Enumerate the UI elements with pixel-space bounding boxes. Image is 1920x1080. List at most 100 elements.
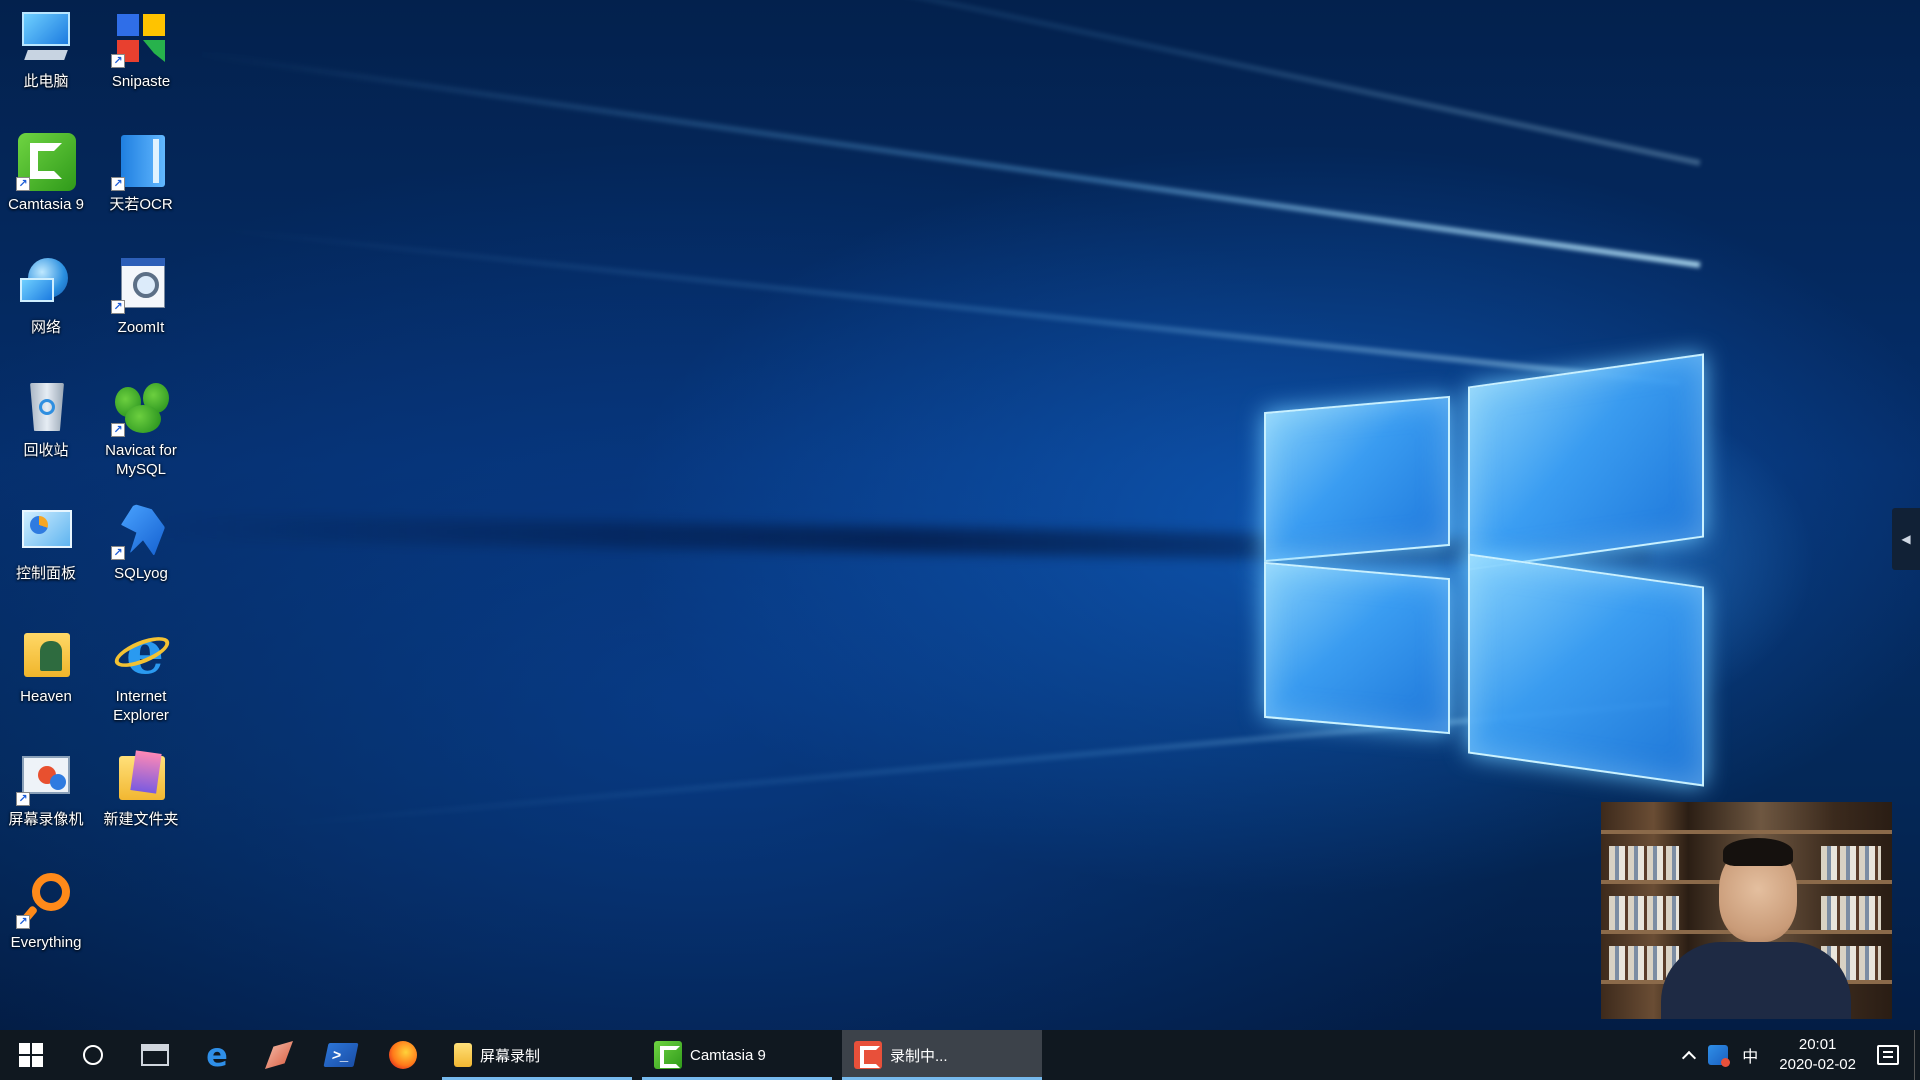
camtasia-icon (654, 1041, 682, 1069)
side-panel-toggle[interactable]: ◀ (1892, 508, 1920, 570)
folder-icon (16, 623, 76, 683)
desktop-icon-label: 此电脑 (23, 73, 69, 90)
drawing-app-icon (265, 1041, 293, 1069)
desktop-icon-zoomit[interactable]: ↗ ZoomIt (96, 248, 186, 358)
desktop-icon-network[interactable]: 网络 (1, 248, 91, 358)
wallpaper-light-beam (329, 0, 1701, 166)
start-button[interactable] (0, 1030, 62, 1080)
cortana-button[interactable] (62, 1030, 124, 1080)
network-icon (16, 254, 76, 314)
desktop-icon-screen-recorder[interactable]: ↗ 屏幕录像机 (1, 740, 91, 850)
navicat-icon: ↗ (111, 377, 171, 437)
taskbar-app-recording[interactable]: 录制中... (842, 1030, 1042, 1080)
clock[interactable]: 20:01 2020-02-02 (1765, 1030, 1870, 1080)
desktop-icon-this-pc[interactable]: 此电脑 (1, 2, 91, 112)
desktop-icon-label: SQLyog (114, 565, 168, 582)
desktop-icon-label: 网络 (30, 319, 61, 336)
desktop-icon-heaven[interactable]: Heaven (1, 617, 91, 727)
desktop-icon-label: Everything (10, 934, 82, 951)
shortcut-arrow-icon: ↗ (111, 546, 125, 560)
desktop-icon-label: 回收站 (23, 442, 69, 459)
folder-icon (111, 746, 171, 806)
clock-time: 20:01 (1798, 1036, 1837, 1053)
taskbar-drawing-app[interactable] (248, 1030, 310, 1080)
chevron-left-icon: ◀ (1901, 532, 1911, 546)
desktop-icon-recycle-bin[interactable]: 回收站 (1, 371, 91, 481)
snipaste-icon: ↗ (111, 8, 171, 68)
desktop-icon-tianruo-ocr[interactable]: ↗ 天若OCR (96, 125, 186, 235)
desktop-icon-label: Snipaste (111, 73, 171, 90)
taskbar: e >_ 屏幕录制 Camtasia 9 录制中... 中 20:01 2020… (0, 1030, 1920, 1080)
taskbar-firefox[interactable] (372, 1030, 434, 1080)
desktop-icon-label: 屏幕录像机 (8, 811, 84, 828)
desktop-icon-label: ZoomIt (117, 319, 165, 336)
show-desktop-button[interactable] (1914, 1030, 1920, 1080)
webcam-overlay (1601, 802, 1892, 1019)
windows-logo-wallpaper (1264, 346, 1704, 787)
control-panel-icon (16, 500, 76, 560)
clock-date: 2020-02-02 (1779, 1056, 1856, 1073)
shortcut-arrow-icon: ↗ (111, 177, 125, 191)
desktop-icon-navicat[interactable]: ↗ Navicat for MySQL (96, 371, 186, 481)
camtasia-icon: ↗ (16, 131, 76, 191)
zoomit-icon: ↗ (111, 254, 171, 314)
task-view-icon (141, 1044, 169, 1066)
task-view-button[interactable] (124, 1030, 186, 1080)
taskbar-app-label: Camtasia 9 (690, 1046, 766, 1064)
taskbar-app-label: 录制中... (890, 1047, 948, 1065)
desktop-icon-sqlyog[interactable]: ↗ SQLyog (96, 494, 186, 604)
folder-icon (454, 1043, 472, 1067)
recorder-icon (854, 1041, 882, 1069)
desktop-icon-label: 控制面板 (15, 565, 76, 582)
taskbar-app-label: 屏幕录制 (480, 1047, 541, 1065)
firefox-icon (389, 1041, 417, 1069)
logo-pane (1468, 353, 1704, 571)
shortcut-arrow-icon: ↗ (16, 915, 30, 929)
desktop-icon-label: 天若OCR (109, 196, 173, 213)
screen-recorder-icon: ↗ (16, 746, 76, 806)
cortana-icon (83, 1045, 103, 1065)
computer-icon (16, 8, 76, 68)
desktop-icon-label: Internet Explorer (113, 688, 169, 724)
edge-icon: e (206, 1036, 228, 1074)
tray-app-icon (1708, 1045, 1731, 1067)
logo-pane (1468, 553, 1704, 787)
shortcut-arrow-icon: ↗ (111, 300, 125, 314)
sqlyog-icon: ↗ (111, 500, 171, 560)
desktop-icon-control-panel[interactable]: 控制面板 (1, 494, 91, 604)
shortcut-arrow-icon: ↗ (16, 792, 30, 806)
taskbar-app-screen-recording-folder[interactable]: 屏幕录制 (442, 1030, 632, 1080)
input-method-indicator[interactable]: 中 (1735, 1030, 1765, 1080)
desktop-icon-new-folder[interactable]: 新建文件夹 (96, 740, 186, 850)
shortcut-arrow-icon: ↗ (111, 54, 125, 68)
taskbar-app-camtasia[interactable]: Camtasia 9 (642, 1030, 832, 1080)
ocr-icon: ↗ (111, 131, 171, 191)
recycle-bin-icon (16, 377, 76, 437)
desktop-icon-label: Camtasia 9 (8, 196, 84, 213)
logo-pane (1264, 561, 1450, 735)
everything-icon: ↗ (16, 869, 76, 929)
presenter-body (1661, 942, 1851, 1019)
desktop-icon-label: 新建文件夹 (103, 811, 179, 828)
logo-pane (1264, 395, 1450, 563)
shortcut-arrow-icon: ↗ (16, 177, 30, 191)
desktop-icon-label: Heaven (20, 688, 72, 705)
desktop-icon-camtasia[interactable]: ↗ Camtasia 9 (1, 125, 91, 235)
tray-app-button[interactable] (1701, 1030, 1735, 1080)
desktop-icon-internet-explorer[interactable]: e Internet Explorer (96, 617, 186, 727)
chevron-up-icon (1682, 1050, 1697, 1066)
powershell-icon: >_ (323, 1043, 359, 1067)
action-center-button[interactable] (1870, 1030, 1906, 1080)
internet-explorer-icon: e (110, 623, 174, 683)
desktop-icon-snipaste[interactable]: ↗ Snipaste (96, 2, 186, 112)
taskbar-edge[interactable]: e (186, 1030, 248, 1080)
system-tray: 中 20:01 2020-02-02 (1677, 1030, 1920, 1080)
taskbar-powershell[interactable]: >_ (310, 1030, 372, 1080)
desktop-icon-everything[interactable]: ↗ Everything (1, 863, 91, 973)
notification-icon (1877, 1045, 1899, 1065)
shortcut-arrow-icon: ↗ (111, 423, 125, 437)
desktop-icon-label: Navicat for MySQL (105, 442, 177, 478)
wallpaper-light-beam (194, 50, 1701, 268)
show-hidden-icons-button[interactable] (1677, 1030, 1701, 1080)
start-icon (19, 1043, 43, 1067)
